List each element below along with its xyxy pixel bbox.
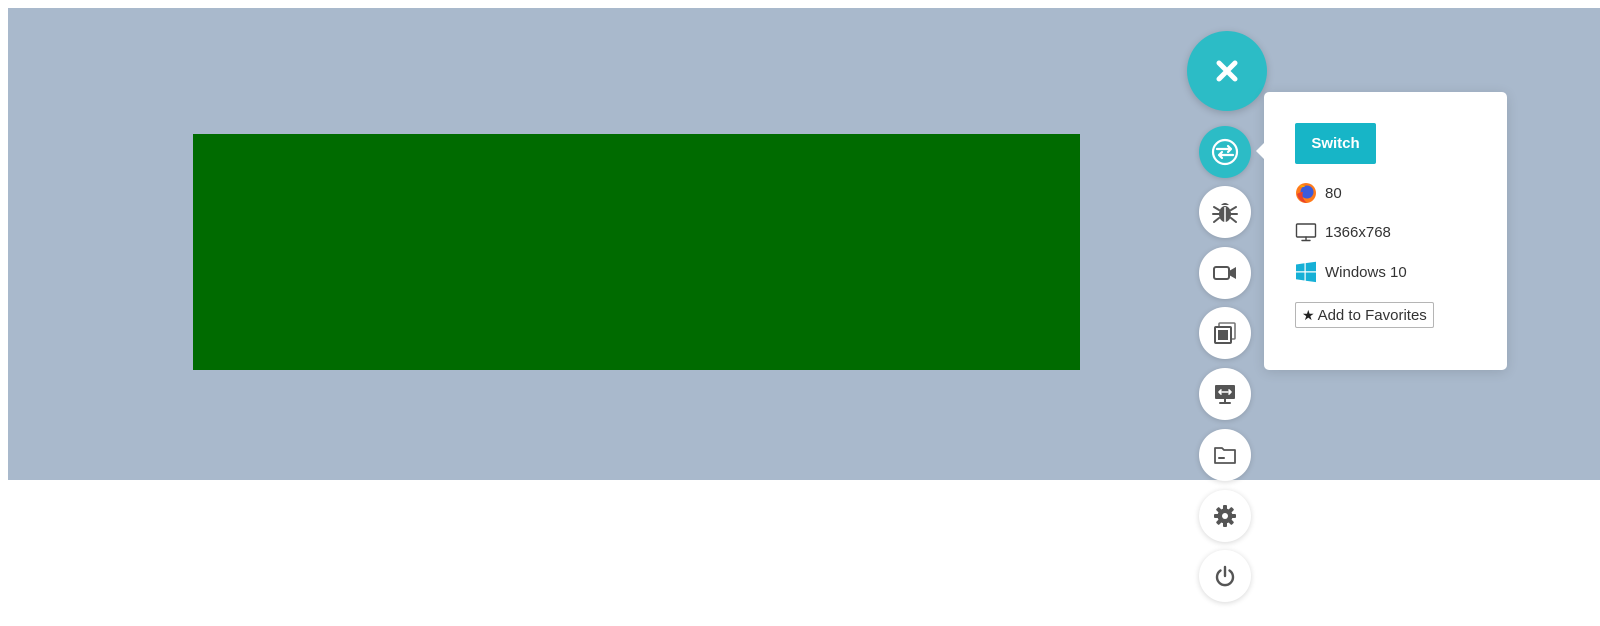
- video-camera-icon: [1213, 266, 1236, 280]
- switch-button[interactable]: Switch: [1295, 123, 1376, 164]
- switch-icon: [1211, 138, 1239, 166]
- resolution-row: 1366x768: [1295, 221, 1391, 243]
- folder-icon: [1214, 447, 1236, 464]
- session-info-popover: Switch 80 1366x768 Windows 10 ★ Add to F…: [1256, 92, 1507, 370]
- power-icon: [1215, 565, 1235, 587]
- browser-version: 80: [1325, 184, 1342, 202]
- settings-button[interactable]: [1199, 490, 1251, 542]
- monitor-icon: [1295, 221, 1317, 243]
- windows-icon: [1295, 261, 1317, 283]
- firefox-icon: [1295, 182, 1317, 204]
- browser-version-row: 80: [1295, 182, 1342, 204]
- os-name: Windows 10: [1325, 263, 1407, 281]
- bug-icon: [1212, 203, 1238, 223]
- change-resolution-button[interactable]: [1199, 368, 1251, 420]
- resolution-value: 1366x768: [1325, 223, 1391, 241]
- debug-button[interactable]: [1199, 186, 1251, 238]
- add-to-favorites-label: Add to Favorites: [1317, 306, 1427, 324]
- stop-session-button[interactable]: [1199, 550, 1251, 602]
- add-to-favorites-button[interactable]: ★ Add to Favorites: [1295, 302, 1434, 328]
- close-toolbar-button[interactable]: [1187, 31, 1267, 111]
- record-video-button[interactable]: [1199, 247, 1251, 299]
- os-row: Windows 10: [1295, 261, 1407, 283]
- close-icon: [1216, 60, 1238, 82]
- page-content-block: [193, 134, 1080, 370]
- gear-icon: [1214, 505, 1236, 527]
- switch-session-button[interactable]: [1199, 126, 1251, 178]
- screenshots-icon: [1214, 322, 1236, 344]
- files-button[interactable]: [1199, 429, 1251, 481]
- screenshots-button[interactable]: [1199, 307, 1251, 359]
- popover-arrow: [1256, 142, 1265, 160]
- monitor-resolution-icon: [1215, 385, 1235, 404]
- star-icon: ★: [1302, 306, 1315, 323]
